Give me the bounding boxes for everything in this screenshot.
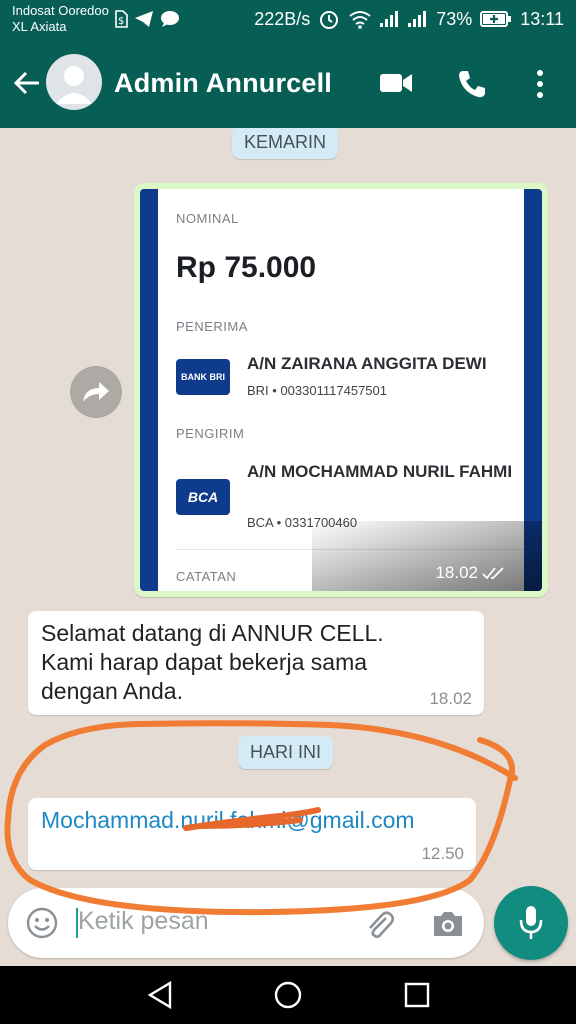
alarm-icon: [320, 11, 339, 29]
notification-icons: $: [114, 10, 180, 28]
double-check-icon: [482, 567, 504, 580]
receipt-left-band: [140, 189, 158, 591]
wifi-icon: [349, 11, 371, 29]
avatar[interactable]: [46, 54, 102, 110]
image-time: 18.02: [435, 563, 478, 582]
transfer-receipt-image[interactable]: NOMINAL Rp 75.000 PENERIMA BANK BRI A/N …: [140, 189, 542, 591]
timestamp-shade: [312, 521, 542, 591]
bca-logo: BCA: [176, 479, 230, 515]
contact-name[interactable]: Admin Annurcell: [114, 68, 332, 99]
signal-1-icon: [380, 11, 400, 27]
telegram-icon: [135, 11, 153, 27]
receipt-amount: Rp 75.000: [176, 251, 317, 284]
svg-text:$: $: [118, 16, 124, 27]
network-speed: 222B/s: [254, 8, 311, 29]
emoji-icon[interactable]: [25, 906, 59, 940]
receipt-sender-label: PENGIRIM: [176, 426, 245, 441]
message-input-bar[interactable]: Ketik pesan: [8, 888, 484, 958]
message-time: 12.50: [421, 844, 464, 863]
signal-2-icon: [408, 11, 428, 27]
forward-icon: [83, 382, 109, 402]
receipt-receiver-name: A/N ZAIRANA ANGGITA DEWI: [247, 354, 487, 373]
sim-dollar-icon: $: [115, 10, 128, 28]
receipt-receiver-account: BRI • 003301117457501: [247, 383, 387, 398]
more-vert-icon[interactable]: [530, 68, 550, 100]
clock: 13:11: [520, 8, 564, 29]
message-time: 18.02: [429, 689, 472, 708]
back-arrow-icon[interactable]: [12, 68, 42, 98]
system-nav-bar: [0, 966, 576, 1024]
date-divider-today: HARI INI: [238, 736, 334, 769]
mic-icon: [519, 906, 543, 939]
message-text: Selamat datang di ANNUR CELL. Kami harap…: [41, 620, 384, 704]
battery-charging-icon: [480, 11, 512, 27]
battery-percent: 73%: [436, 8, 473, 29]
date-divider-yesterday: KEMARIN: [232, 128, 339, 159]
carrier-1: Indosat Ooredoo: [12, 3, 109, 18]
voice-message-button[interactable]: [494, 886, 568, 960]
chat-bubble-icon: [161, 11, 179, 27]
incoming-message-email[interactable]: Mochammad.nuril.fahmi@gmail.com 12.50: [28, 798, 476, 870]
receipt-sender-name: A/N MOCHAMMAD NURIL FAHMI: [247, 462, 513, 481]
nav-back-icon[interactable]: [146, 980, 174, 1010]
carrier-2: XL Axiata: [12, 19, 67, 34]
email-link[interactable]: Mochammad.nuril.fahmi@gmail.com: [41, 806, 471, 835]
carrier-info: Indosat Ooredoo XL Axiata: [12, 3, 109, 35]
camera-icon[interactable]: [430, 908, 466, 940]
chat-header: Admin Annurcell: [0, 40, 576, 128]
bri-logo-text: BANK BRI: [181, 372, 225, 382]
message-input[interactable]: Ketik pesan: [78, 907, 209, 936]
nav-recents-icon[interactable]: [403, 980, 431, 1010]
receipt-notes-label: CATATAN: [176, 569, 237, 584]
default-avatar-icon: [56, 66, 92, 104]
image-message[interactable]: NOMINAL Rp 75.000 PENERIMA BANK BRI A/N …: [134, 183, 548, 597]
attach-icon[interactable]: [362, 908, 396, 942]
forward-button[interactable]: [70, 366, 122, 418]
video-call-icon[interactable]: [378, 68, 414, 98]
status-bar: Indosat Ooredoo XL Axiata $ 222B/s 73% 1…: [0, 0, 576, 40]
bca-logo-text: BCA: [187, 489, 219, 505]
receipt-receiver-label: PENERIMA: [176, 319, 248, 334]
nav-home-icon[interactable]: [273, 980, 303, 1010]
receipt-nominal-label: NOMINAL: [176, 211, 239, 226]
incoming-message[interactable]: Selamat datang di ANNUR CELL. Kami harap…: [28, 611, 484, 715]
status-right: 222B/s 73% 13:11: [254, 8, 564, 30]
bri-logo: BANK BRI: [176, 359, 230, 395]
image-timestamp: 18.02: [435, 563, 506, 583]
phone-icon[interactable]: [456, 68, 488, 100]
chat-area[interactable]: KEMARIN NOMINAL Rp 75.000 PENERIMA BANK …: [0, 128, 576, 886]
